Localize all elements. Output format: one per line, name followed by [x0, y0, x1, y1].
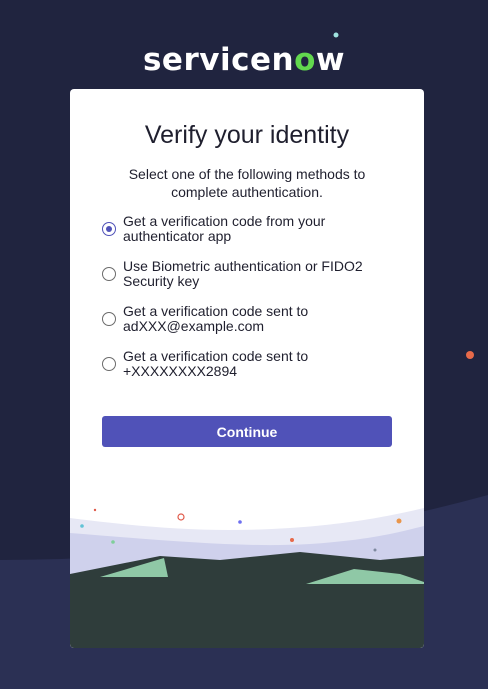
radio-biometric-fido2[interactable]	[102, 267, 116, 281]
radio-authenticator-app[interactable]	[102, 222, 116, 236]
instructions-text: Select one of the following methods to c…	[128, 166, 366, 200]
option-label: Get a verification code sent to adXXX@ex…	[123, 303, 309, 334]
radio-phone-code[interactable]	[102, 357, 116, 371]
radio-email-code[interactable]	[102, 312, 116, 326]
option-email-code[interactable]: Get a verification code sent to adXXX@ex…	[102, 304, 382, 334]
servicenow-logo: servicenow	[142, 42, 346, 78]
option-phone-code[interactable]: Get a verification code sent to +XXXXXXX…	[102, 349, 382, 379]
option-label: Get a verification code from your authen…	[123, 213, 326, 244]
logo-mark: o	[294, 42, 316, 78]
option-label: Get a verification code sent to +XXXXXXX…	[123, 348, 309, 379]
page-title: Verify your identity	[144, 121, 350, 149]
verify-card: Verify your identity Select one of the f…	[70, 89, 424, 648]
option-authenticator-app[interactable]: Get a verification code from your authen…	[102, 214, 382, 244]
landscape-illustration	[70, 508, 424, 648]
option-label: Use Biometric authentication or FIDO2 Se…	[123, 258, 363, 289]
option-biometric-fido2[interactable]: Use Biometric authentication or FIDO2 Se…	[102, 259, 382, 289]
continue-button[interactable]: Continue	[102, 416, 392, 447]
